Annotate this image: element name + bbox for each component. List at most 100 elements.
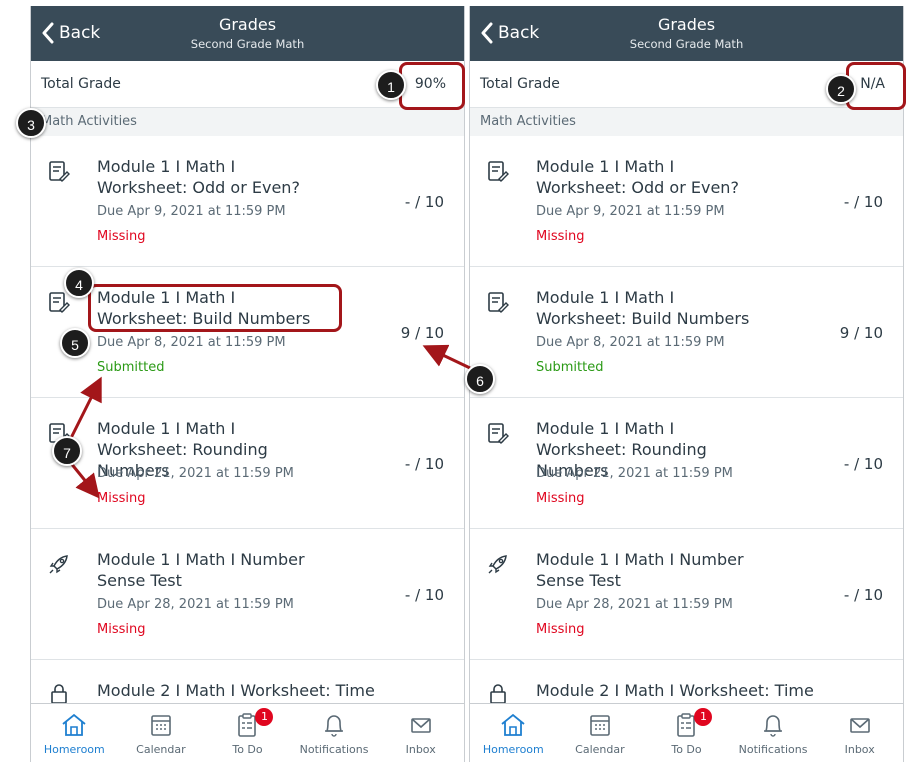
- assignment-title: Module 1 I Math I Worksheet: Odd or Even…: [536, 157, 739, 197]
- page-title: Grades: [218, 15, 277, 34]
- lock-icon: [490, 684, 506, 704]
- tab-homeroom[interactable]: Homeroom: [470, 704, 557, 762]
- status-label: Missing: [97, 229, 146, 244]
- assignment-title: Module 1 I Math I Number Sense Test: [536, 550, 744, 590]
- calendar-icon: [151, 715, 171, 736]
- status-label: Missing: [536, 491, 585, 506]
- envelope-icon: [849, 718, 870, 733]
- tab-to-do[interactable]: 1 To Do: [643, 704, 730, 762]
- assignment-title: Module 2 I Math I Worksheet: Time: [536, 681, 814, 700]
- status-label: Submitted: [97, 360, 165, 375]
- course-subtitle: Second Grade Math: [629, 37, 744, 51]
- callout-marker: 4: [64, 268, 94, 298]
- assignment-row[interactable]: Module 1 I Math I Worksheet: Rounding Nu…: [470, 398, 903, 529]
- assignment-row[interactable]: Module 1 I Math I Worksheet: Odd or Even…: [470, 136, 903, 267]
- notification-badge: 1: [255, 708, 274, 726]
- tab-homeroom[interactable]: Homeroom: [31, 704, 118, 762]
- score: - / 10: [404, 586, 444, 604]
- tab-label: Homeroom: [482, 743, 544, 756]
- score: - / 10: [843, 193, 883, 211]
- assignment-title: Module 1 I Math I Number Sense Test: [97, 550, 305, 590]
- envelope-icon: [410, 718, 431, 733]
- grades-screen-right: Back Grades Second Grade Math Total Grad…: [469, 6, 904, 762]
- tab-to-do[interactable]: 1 To Do: [204, 704, 291, 762]
- highlight-box-assignment-title: [88, 284, 342, 332]
- total-grade-label: Total Grade: [41, 76, 121, 92]
- callout-marker: 3: [16, 108, 46, 138]
- rocket-quiz-icon: [488, 555, 507, 574]
- assignment-icon: [488, 423, 509, 444]
- score: - / 10: [404, 455, 444, 473]
- section-label: Math Activities: [41, 114, 137, 129]
- status-label: Missing: [536, 229, 585, 244]
- section-header: Math Activities: [31, 108, 464, 136]
- assignment-title: Module 2 I Math I Worksheet: Time: [97, 681, 375, 700]
- callout-marker: 1: [376, 70, 406, 100]
- section-label: Math Activities: [480, 114, 576, 129]
- tab-bar: Homeroom Calendar 1 To Do Notifications …: [470, 703, 903, 762]
- bell-icon: [325, 715, 344, 737]
- score: - / 10: [843, 586, 883, 604]
- section-header: Math Activities: [470, 108, 903, 136]
- bell-icon: [764, 715, 783, 737]
- assignment-row[interactable]: Module 1 I Math I Worksheet: Rounding Nu…: [31, 398, 464, 529]
- tab-label: Calendar: [136, 743, 186, 756]
- score: - / 10: [843, 455, 883, 473]
- assignment-row[interactable]: Module 1 I Math I Worksheet: Odd or Even…: [31, 136, 464, 267]
- assignment-row[interactable]: Module 1 I Math I Number Sense Test Due …: [31, 529, 464, 660]
- tab-inbox[interactable]: Inbox: [377, 704, 464, 762]
- due-date: Due Apr 28, 2021 at 11:59 PM: [536, 597, 733, 612]
- due-date: Due Apr 8, 2021 at 11:59 PM: [97, 335, 286, 350]
- callout-marker: 6: [465, 364, 495, 394]
- callout-marker: 7: [52, 436, 82, 466]
- tab-notifications[interactable]: Notifications: [730, 704, 817, 762]
- tab-calendar[interactable]: Calendar: [118, 704, 205, 762]
- assignment-title: Module 1 I Math I Worksheet: Odd or Even…: [97, 157, 300, 197]
- tab-label: Inbox: [844, 743, 875, 756]
- due-date: Due Apr 8, 2021 at 11:59 PM: [536, 335, 725, 350]
- due-date: Due Apr 9, 2021 at 11:59 PM: [536, 204, 725, 219]
- highlight-box-total-grade: [399, 62, 465, 110]
- tab-label: Notifications: [299, 743, 369, 756]
- tab-label: Notifications: [738, 743, 808, 756]
- assignment-row[interactable]: Module 1 I Math I Worksheet: Build Numbe…: [470, 267, 903, 398]
- grades-screen-left: Back Grades Second Grade Math Total Grad…: [30, 6, 465, 762]
- due-date: Due Apr 21, 2021 at 11:59 PM: [536, 466, 733, 481]
- tab-inbox[interactable]: Inbox: [816, 704, 903, 762]
- due-date: Due Apr 9, 2021 at 11:59 PM: [97, 204, 286, 219]
- nav-header: Back Grades Second Grade Math: [470, 6, 903, 61]
- status-label: Submitted: [536, 360, 604, 375]
- tab-label: To Do: [671, 743, 702, 756]
- assignment-icon: [49, 161, 70, 182]
- callout-marker: 5: [60, 328, 90, 358]
- status-label: Missing: [97, 622, 146, 637]
- tab-label: To Do: [232, 743, 263, 756]
- tab-calendar[interactable]: Calendar: [557, 704, 644, 762]
- assignment-row[interactable]: Module 1 I Math I Number Sense Test Due …: [470, 529, 903, 660]
- due-date: Due Apr 21, 2021 at 11:59 PM: [97, 466, 294, 481]
- assignment-icon: [488, 161, 509, 182]
- lock-icon: [51, 684, 67, 704]
- home-icon: [62, 713, 86, 736]
- status-label: Missing: [536, 622, 585, 637]
- tab-bar: Homeroom Calendar 1 To Do Notifications …: [31, 703, 464, 762]
- tab-notifications[interactable]: Notifications: [291, 704, 378, 762]
- assignment-title: Module 1 I Math I Worksheet: Build Numbe…: [536, 288, 750, 328]
- calendar-icon: [590, 715, 610, 736]
- tab-label: Calendar: [575, 743, 625, 756]
- rocket-quiz-icon: [49, 555, 68, 574]
- tab-label: Inbox: [405, 743, 436, 756]
- status-label: Missing: [97, 491, 146, 506]
- score: 9 / 10: [839, 324, 883, 342]
- assignment-icon: [488, 292, 509, 313]
- score: - / 10: [404, 193, 444, 211]
- tab-label: Homeroom: [43, 743, 105, 756]
- course-subtitle: Second Grade Math: [190, 37, 305, 51]
- assignment-icon: [49, 292, 70, 313]
- notification-badge: 1: [694, 708, 713, 726]
- total-grade-label: Total Grade: [480, 76, 560, 92]
- nav-header: Back Grades Second Grade Math: [31, 6, 464, 61]
- page-title: Grades: [657, 15, 716, 34]
- home-icon: [501, 713, 525, 736]
- due-date: Due Apr 28, 2021 at 11:59 PM: [97, 597, 294, 612]
